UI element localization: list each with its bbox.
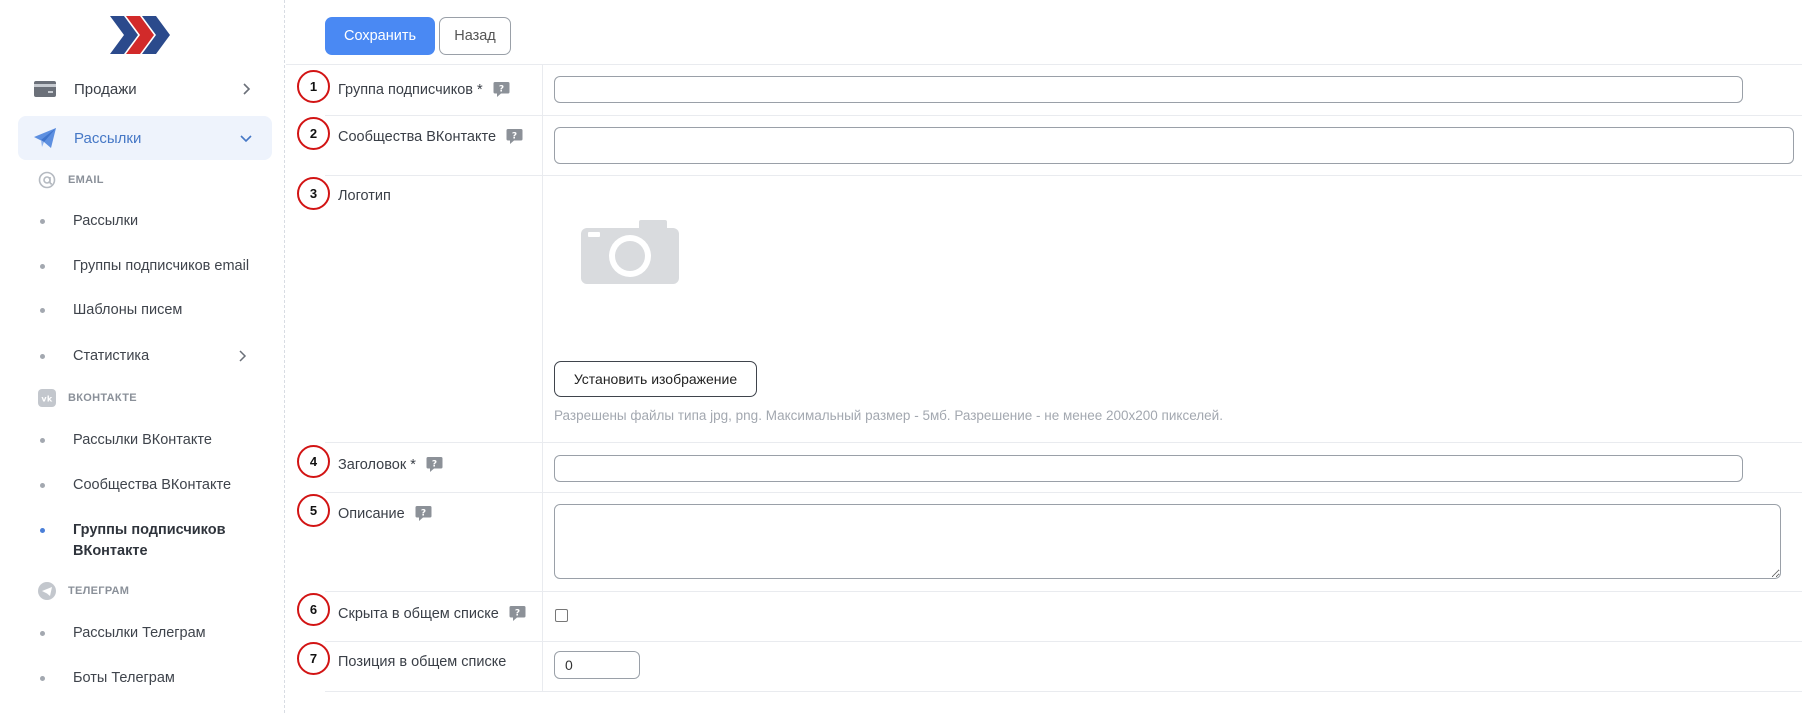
sidebar-item-sales[interactable]: Продажи xyxy=(18,67,272,111)
position-label: Позиция в общем списке xyxy=(338,654,507,670)
chevron-down-icon xyxy=(240,135,252,143)
sidebar-subitem-statistics[interactable]: Статистика xyxy=(40,346,260,367)
paper-plane-icon xyxy=(34,128,56,148)
form-row-logo: 3 Логотип Установить изображение Разреше… xyxy=(297,176,1802,443)
subscriber-group-label: Группа подписчиков * xyxy=(338,81,483,98)
save-button[interactable]: Сохранить xyxy=(325,17,435,55)
telegram-icon xyxy=(38,582,56,600)
logo-label: Логотип xyxy=(338,188,391,204)
credit-card-icon xyxy=(34,80,56,98)
sidebar: Продажи Рассылки EMAIL Рассылки Группы п… xyxy=(0,0,285,713)
section-vk: vk ВКОНТАКТЕ xyxy=(38,389,137,407)
sidebar-subitem-email-groups[interactable]: Группы подписчиков email xyxy=(40,256,249,277)
logo-hint: Разрешены файлы типа jpg, png. Максималь… xyxy=(554,408,1223,423)
chevron-right-icon xyxy=(239,350,247,362)
vk-communities-input[interactable] xyxy=(554,127,1794,164)
help-icon[interactable]: ? xyxy=(493,81,510,98)
sidebar-subitem-tg-bots[interactable]: Боты Телеграм xyxy=(40,668,175,689)
form-row-subscriber-group: 1 Группа подписчиков * ? xyxy=(297,65,1802,116)
svg-text:?: ? xyxy=(421,509,426,519)
section-telegram: ТЕЛЕГРАМ xyxy=(38,582,129,600)
sidebar-subitem-templates[interactable]: Шаблоны писем xyxy=(40,300,182,321)
form-row-position: 7 Позиция в общем списке xyxy=(297,642,1802,692)
toolbar: Сохранить Назад xyxy=(286,0,1802,65)
position-input[interactable] xyxy=(554,651,640,679)
logo-icon[interactable] xyxy=(110,16,172,54)
subscriber-group-input[interactable] xyxy=(554,76,1743,103)
hidden-checkbox[interactable] xyxy=(555,609,568,622)
title-input[interactable] xyxy=(554,455,1743,482)
hidden-label: Скрыта в общем списке xyxy=(338,605,499,622)
svg-text:?: ? xyxy=(512,132,517,142)
form-row-title: 4 Заголовок * ? xyxy=(297,443,1802,493)
help-icon[interactable]: ? xyxy=(415,505,432,522)
vk-icon: vk xyxy=(38,389,56,407)
form-row-hidden: 6 Скрыта в общем списке ? xyxy=(297,592,1802,642)
chevron-right-icon xyxy=(243,83,251,95)
sidebar-subitem-tg-mailings[interactable]: Рассылки Телеграм xyxy=(40,623,206,644)
set-image-button[interactable]: Установить изображение xyxy=(554,361,757,397)
sidebar-item-label: Продажи xyxy=(74,80,137,98)
title-label: Заголовок * xyxy=(338,456,416,473)
form-row-description: 5 Описание ? xyxy=(297,493,1802,592)
sidebar-subitem-vk-mailings[interactable]: Рассылки ВКонтакте xyxy=(40,430,212,451)
vk-communities-label: Сообщества ВКонтакте xyxy=(338,128,497,145)
section-email: EMAIL xyxy=(38,171,104,189)
sidebar-subitem-vk-groups[interactable]: Группы подписчиков ВКонтакте xyxy=(40,520,230,562)
help-icon[interactable]: ? xyxy=(509,605,526,622)
sidebar-item-mailings[interactable]: Рассылки xyxy=(18,116,272,160)
description-textarea[interactable] xyxy=(554,504,1781,579)
form-row-vk-communities: 2 Сообщества ВКонтакте ? xyxy=(297,116,1802,176)
sidebar-subitem-email-mailings[interactable]: Рассылки xyxy=(40,211,138,232)
help-icon[interactable]: ? xyxy=(426,456,443,473)
sidebar-subitem-vk-communities[interactable]: Сообщества ВКонтакте xyxy=(40,475,231,496)
back-button[interactable]: Назад xyxy=(439,17,511,55)
svg-text:vk: vk xyxy=(41,395,53,404)
description-label: Описание xyxy=(338,505,405,522)
main-content: Сохранить Назад 1 Группа подписчиков * ?… xyxy=(286,0,1802,713)
svg-text:?: ? xyxy=(515,609,520,619)
sidebar-item-label: Рассылки xyxy=(74,129,142,147)
camera-icon xyxy=(581,220,679,284)
svg-text:?: ? xyxy=(432,460,437,470)
help-icon[interactable]: ? xyxy=(506,128,523,145)
at-icon xyxy=(38,171,56,189)
svg-text:?: ? xyxy=(499,85,504,95)
